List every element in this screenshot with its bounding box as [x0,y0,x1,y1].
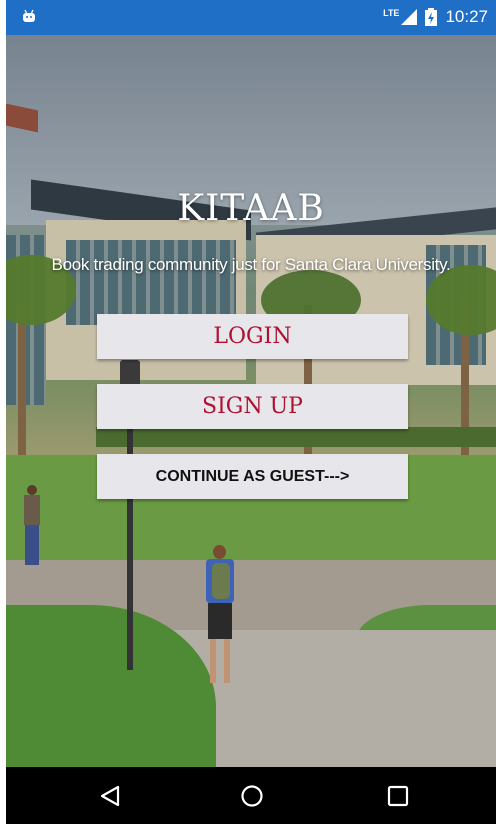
continue-as-guest-button[interactable]: CONTINUE AS GUEST---> [97,454,408,499]
person-walking [202,545,238,695]
person-standing [21,485,45,575]
recents-icon[interactable] [386,784,410,808]
lte-label: LTE [383,8,400,18]
app-logo-title: KITAAB [177,188,325,229]
windows-main [66,240,236,325]
battery-icon [425,8,438,26]
navigation-bar [6,767,496,824]
palm-trunk-left [18,305,26,465]
android-icon [23,9,35,22]
signup-button[interactable]: SIGN UP [97,384,408,429]
lamp-head [120,360,140,386]
home-icon[interactable] [240,784,264,808]
back-icon[interactable] [98,784,122,808]
app-screen: LTE 10:27 KITAAB Book trading community … [6,0,496,824]
signal-icon [401,9,418,25]
status-bar: LTE 10:27 [6,0,496,35]
tagline: Book trading community just for Santa Cl… [51,255,451,274]
status-time: 10:27 [445,7,488,26]
login-button[interactable]: LOGIN [97,314,408,359]
hedge [96,427,496,447]
status-right: LTE 10:27 [383,7,488,27]
